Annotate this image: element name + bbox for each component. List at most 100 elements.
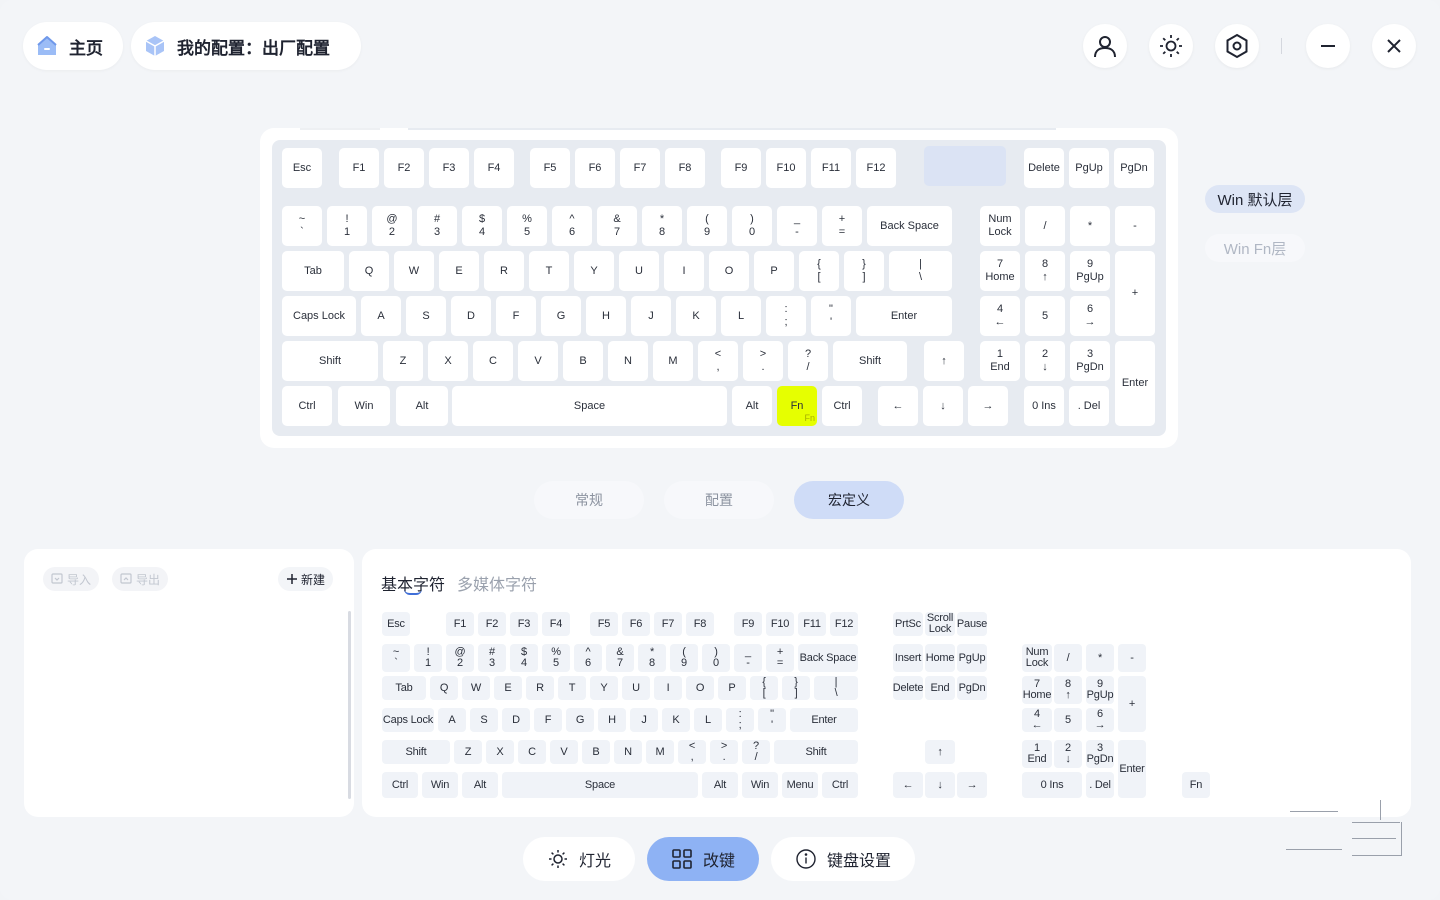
keyboard-key[interactable]: 8 ↑ [1025,251,1065,291]
keyboard-key[interactable]: ^ 6 [552,206,592,246]
character-key[interactable]: L [694,708,722,732]
keyboard-key[interactable]: 1 End [980,341,1020,381]
character-key[interactable]: Win [742,772,778,798]
keyboard-key[interactable]: " ' [811,296,851,336]
keyboard-key[interactable]: ! 1 [327,206,367,246]
character-key[interactable]: " ' [758,708,786,732]
keyboard-key[interactable]: / [1025,206,1065,246]
nav-keyboard-settings-button[interactable]: 键盘设置 [771,837,915,881]
character-key[interactable]: ) 0 [702,644,730,672]
keyboard-key[interactable]: ? / [788,341,828,381]
character-key[interactable]: 1 End [1022,740,1052,768]
character-key[interactable]: 0 Ins [1022,772,1082,798]
keyboard-key[interactable]: → [968,386,1008,426]
keyboard-key[interactable]: ~ ` [282,206,322,246]
nav-light-button[interactable]: 灯光 [523,837,635,881]
nav-remap-button[interactable]: 改键 [647,837,759,881]
character-key[interactable]: | \ [814,676,858,700]
keyboard-key[interactable]: Enter [856,296,952,336]
keyboard-key[interactable]: ↑ [924,341,964,381]
keyboard-key[interactable]: F9 [721,148,761,188]
character-key[interactable]: R [526,676,554,700]
character-key[interactable]: ! 1 [414,644,442,672]
keyboard-key[interactable]: + = [822,206,862,246]
keyboard-key[interactable]: P [754,251,794,291]
character-key[interactable]: K [662,708,690,732]
character-key[interactable]: F3 [510,612,538,636]
character-key[interactable]: Ctrl [382,772,418,798]
character-key[interactable]: 7 Home [1022,676,1052,704]
keyboard-key[interactable]: Back Space [867,206,952,246]
character-key[interactable]: H [598,708,626,732]
character-key[interactable]: ← [893,772,923,798]
keyboard-key[interactable]: $ 4 [462,206,502,246]
character-key[interactable]: Menu [782,772,818,798]
keyboard-key[interactable]: S [406,296,446,336]
keyboard-key[interactable]: F1 [339,148,379,188]
character-key[interactable]: % 5 [542,644,570,672]
keyboard-key[interactable]: ( 9 [687,206,727,246]
scrollbar[interactable] [348,611,351,799]
character-key[interactable]: S [470,708,498,732]
character-key[interactable]: Insert [893,644,923,672]
keyboard-key[interactable]: F7 [620,148,660,188]
keyboard-key[interactable]: @ 2 [372,206,412,246]
character-key[interactable]: @ 2 [446,644,474,672]
keyboard-key[interactable]: C [473,341,513,381]
character-key[interactable]: / [1054,644,1082,672]
keyboard-key[interactable]: Tab [282,251,344,291]
character-key[interactable]: 4 ← [1022,708,1052,732]
keyboard-key[interactable]: . Del [1069,386,1109,426]
keyboard-key[interactable]: 3 PgDn [1070,341,1110,381]
character-key[interactable]: Ctrl [822,772,858,798]
character-key[interactable]: Alt [702,772,738,798]
keyboard-key[interactable]: Q [349,251,389,291]
keyboard-key[interactable]: K [676,296,716,336]
character-key[interactable]: - [1118,644,1146,672]
character-key[interactable]: ? / [742,740,770,764]
keyboard-key[interactable] [924,146,1006,186]
keyboard-key[interactable]: ← [878,386,918,426]
keyboard-key[interactable]: A [361,296,401,336]
keyboard-key[interactable]: R [484,251,524,291]
close-button[interactable] [1372,24,1416,68]
keyboard-key[interactable]: Delete [1024,148,1064,188]
keyboard-key[interactable]: Alt [396,386,448,426]
keyboard-key[interactable]: * 8 [642,206,682,246]
keyboard-key[interactable]: Y [574,251,614,291]
character-key[interactable]: < , [678,740,706,764]
keyboard-key[interactable]: 7 Home [980,251,1020,291]
keyboard-key[interactable]: N [608,341,648,381]
character-key[interactable]: F7 [654,612,682,636]
character-key[interactable]: * 8 [638,644,666,672]
home-button[interactable]: 主页 [23,22,123,70]
character-key[interactable]: F10 [766,612,794,636]
keyboard-key[interactable]: F10 [766,148,806,188]
character-key[interactable]: ~ ` [382,644,410,672]
keyboard-key[interactable]: U [619,251,659,291]
keyboard-key[interactable]: H [586,296,626,336]
keyboard-key[interactable]: E [439,251,479,291]
character-key[interactable]: C [518,740,546,764]
keyboard-key[interactable]: PgDn [1114,148,1154,188]
character-key[interactable]: I [654,676,682,700]
character-key[interactable]: F6 [622,612,650,636]
character-key[interactable]: 5 [1054,708,1082,732]
settings-button[interactable] [1215,24,1259,68]
tab-config[interactable]: 配置 [664,481,774,519]
character-key[interactable]: PgUp [957,644,987,672]
character-key[interactable]: F1 [446,612,474,636]
new-macro-button[interactable]: 新建 [278,567,334,591]
keyboard-key[interactable]: Fn Fn [777,386,817,426]
keyboard-key[interactable]: # 3 [417,206,457,246]
keyboard-key[interactable]: F12 [856,148,896,188]
character-key[interactable]: ↑ [925,740,955,764]
keyboard-key[interactable]: T [529,251,569,291]
character-key[interactable]: 9 PgUp [1086,676,1114,704]
keyboard-key[interactable]: > . [743,341,783,381]
keyboard-key[interactable]: Alt [732,386,772,426]
import-button[interactable]: 导入 [43,567,100,591]
character-key[interactable]: Z [454,740,482,764]
character-key[interactable]: M [646,740,674,764]
character-key[interactable]: J [630,708,658,732]
